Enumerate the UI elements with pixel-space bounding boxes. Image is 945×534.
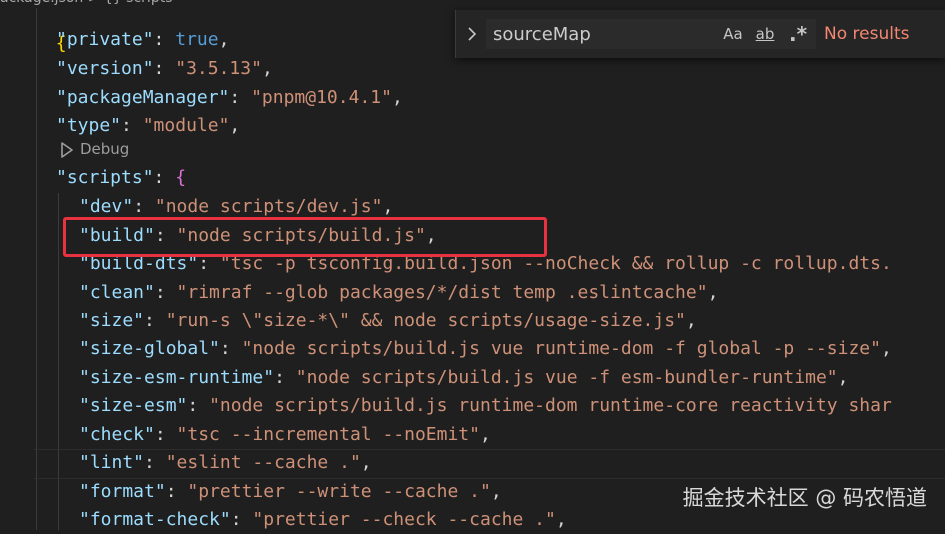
code-line-type[interactable]: "type": "module", [56,112,240,140]
json-key: "lint" [79,452,145,473]
code-line-version[interactable]: "version": "3.5.13", [56,55,273,83]
whole-word-button[interactable]: ab [751,21,779,47]
json-key: "format" [79,481,166,502]
json-key: "scripts" [56,167,154,188]
script-line-size-esm[interactable]: "size-esm": "node scripts/build.js runti… [79,392,892,420]
chevron-right-icon [468,27,477,41]
json-key: "format-check" [79,509,231,530]
json-key: "size-global" [79,338,220,359]
json-key: "size" [79,310,145,331]
json-key: "version" [56,58,154,79]
script-line-check[interactable]: "check": "tsc --incremental --noEmit", [79,421,491,449]
regex-icon: .* [788,22,808,46]
match-case-button[interactable]: Aa [720,21,746,47]
json-key: "dev" [79,196,134,217]
json-value: "3.5.13" [175,58,262,79]
match-case-icon: Aa [723,25,743,43]
json-value: "prettier --check --cache ." [252,509,556,530]
json-value: "module" [142,115,230,136]
play-icon [61,141,73,158]
json-key: "check" [79,424,155,445]
find-status: No results [824,24,910,44]
watermark: 掘金技术社区 @ 码农悟道 [682,486,927,510]
script-line-size[interactable]: "size": "run-s \"size-*\" && node script… [79,307,697,335]
json-key: "clean" [79,282,155,303]
toggle-replace-button[interactable] [460,22,484,46]
json-value: "run-s \"size-*\" && node scripts/usage-… [165,310,686,331]
json-value: "eslint --cache ." [165,452,361,473]
json-value: "pnpm@10.4.1" [251,87,392,108]
json-key: "type" [56,115,122,136]
whole-word-icon: ab [755,25,775,43]
json-key: "size-esm" [79,395,188,416]
json-value: "tsc --incremental --noEmit" [176,424,480,445]
json-value: "node scripts/build.js vue runtime-dom -… [241,338,881,359]
script-line-size-global[interactable]: "size-global": "node scripts/build.js vu… [79,335,892,363]
script-line-clean[interactable]: "clean": "rimraf --glob packages/*/dist … [79,279,718,307]
find-widget: Aa ab .* No results [455,10,945,58]
script-line-size-esm-runtime[interactable]: "size-esm-runtime": "node scripts/build.… [79,364,848,392]
breadcrumb[interactable]: ackage.json > {} scripts [0,0,173,8]
code-line-private[interactable]: "private": true, [56,26,229,54]
json-value: "node scripts/build.js runtime-dom runti… [209,395,892,416]
annotation-highlight-box [63,217,547,257]
json-key: "size-esm-runtime" [79,367,275,388]
json-key: "private" [56,29,154,50]
json-brace: { [175,167,187,188]
json-value: "node scripts/build.js vue -f esm-bundle… [295,367,838,388]
code-line-scripts[interactable]: "scripts": { [56,164,186,192]
json-value: "node scripts/dev.js" [154,196,383,217]
indent-guide-2 [58,193,59,530]
json-key: "packageManager" [56,87,230,108]
regex-button[interactable]: .* [785,21,811,47]
debug-codelens[interactable]: Debug [60,137,129,161]
code-line-package-manager[interactable]: "packageManager": "pnpm@10.4.1", [56,84,403,112]
json-value: "rimraf --glob packages/*/dist temp .esl… [176,282,708,303]
json-value: "prettier --write --cache ." [187,481,491,502]
script-line-format[interactable]: "format": "prettier --write --cache .", [79,478,502,506]
script-line-lint[interactable]: "lint": "eslint --cache .", [79,449,372,477]
json-value: true [175,29,219,50]
debug-label: Debug [80,140,130,158]
